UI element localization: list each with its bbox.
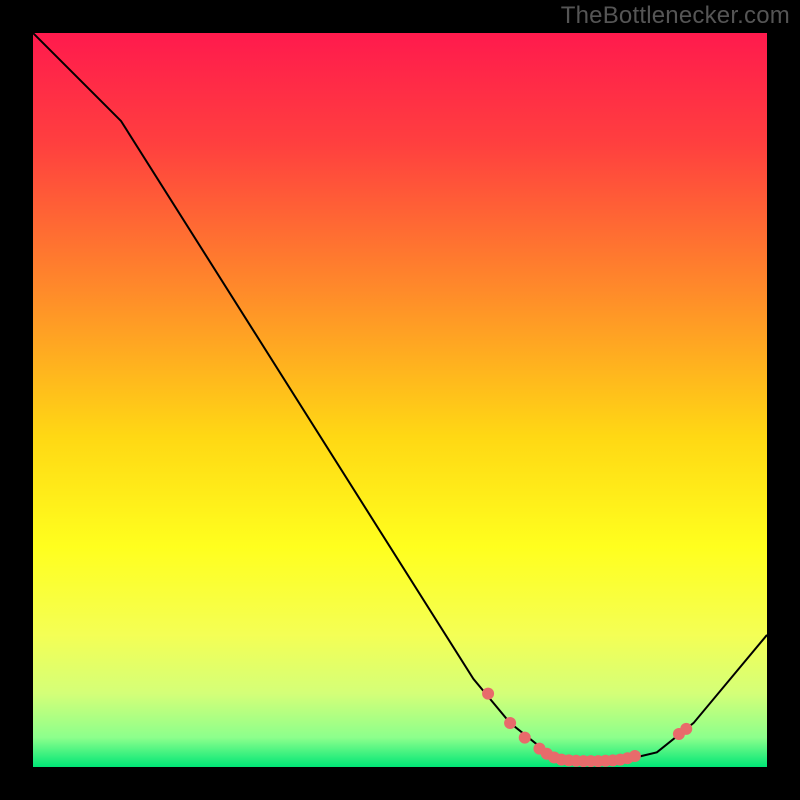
data-marker <box>680 723 692 735</box>
data-marker <box>629 750 641 762</box>
chart-svg <box>33 33 767 767</box>
data-marker <box>482 688 494 700</box>
data-marker <box>504 717 516 729</box>
gradient-background <box>33 33 767 767</box>
plot-area <box>33 33 767 767</box>
data-marker <box>519 732 531 744</box>
watermark-text: TheBottlenecker.com <box>561 2 790 30</box>
chart-frame: TheBottlenecker.com <box>0 0 800 800</box>
